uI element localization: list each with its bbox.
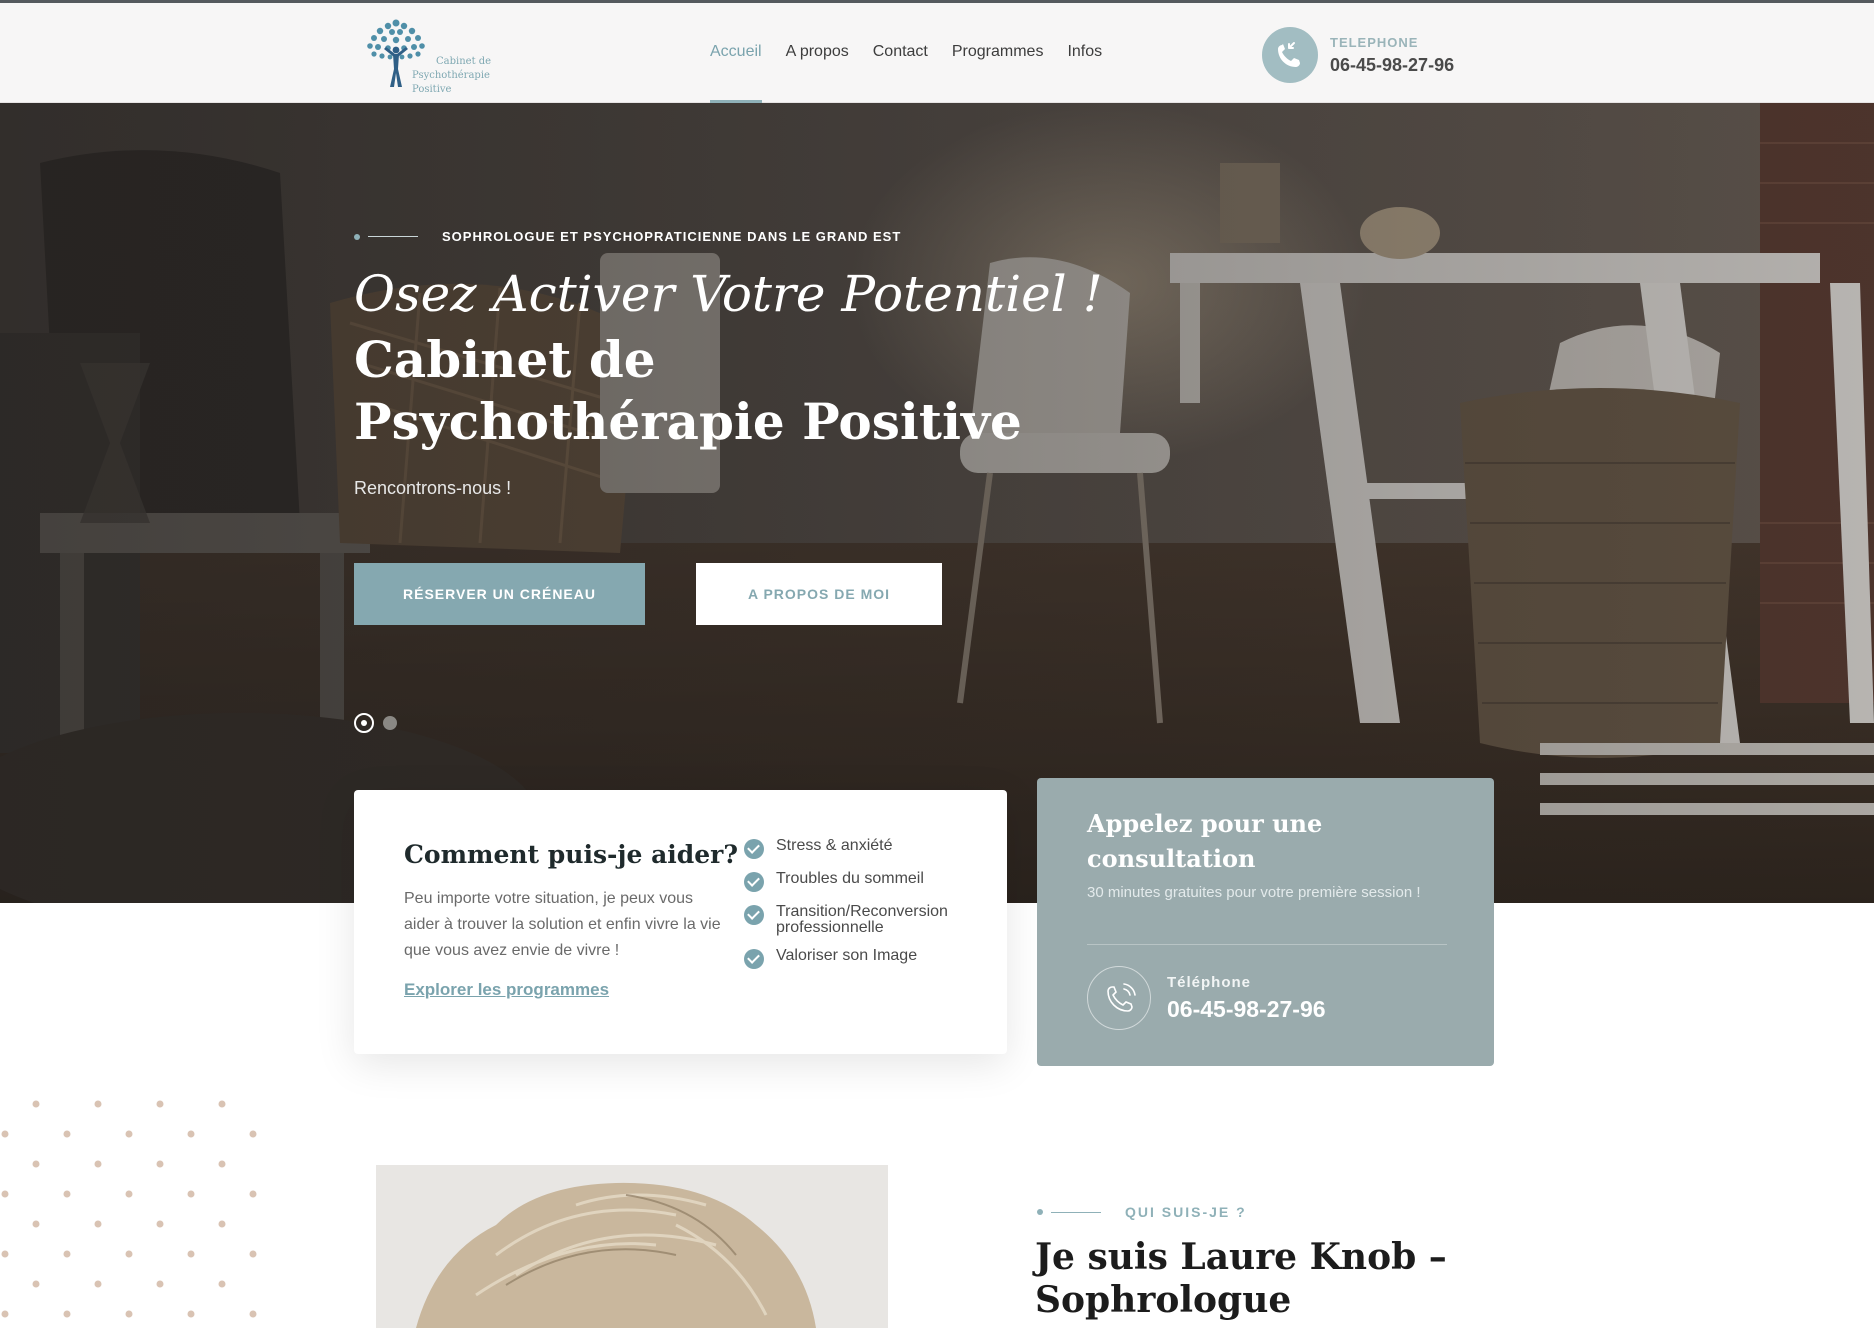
call-card-subtitle: 30 minutes gratuites pour votre première… [1087,884,1421,901]
call-card-title: Appelez pour une consultation [1087,809,1323,873]
nav-item-programmes[interactable]: Programmes [952,3,1044,103]
help-card-title: Comment puis-je aider? [404,840,738,869]
phone-incoming-icon[interactable] [1262,27,1318,83]
help-card-text: Peu importe votre situation, je peux vou… [404,890,721,959]
about-eyebrow-line [1051,1211,1101,1213]
hero-section: SOPHROLOGUE ET PSYCHOPRATICIENNE DANS LE… [0,103,1874,903]
phone-number[interactable]: 06-45-98-27-96 [1330,55,1454,76]
list-item: Troubles du sommeil [744,871,984,892]
check-circle-icon [744,905,764,925]
help-card: Comment puis-je aider? Peu importe votre… [354,790,1007,1054]
about-me-button[interactable]: A PROPOS DE MOI [696,563,942,625]
check-circle-icon [744,949,764,969]
call-card-divider [1087,944,1447,945]
phone-icon[interactable] [1087,966,1151,1030]
call-card-phone-label: Téléphone [1167,974,1252,991]
nav-item-contact[interactable]: Contact [873,3,928,103]
about-eyebrow-text: QUI SUIS-JE ? [1125,1204,1247,1220]
check-circle-icon [744,839,764,859]
hero-italic-title: Osez Activer Votre Potentiel ! [354,265,1103,323]
list-item: Valoriser son Image [744,948,984,969]
list-item: Stress & anxiété [744,838,984,859]
list-item-label: Valoriser son Image [776,947,918,964]
decorative-dot-pattern [1,1100,257,1318]
call-card: Appelez pour une consultation 30 minutes… [1037,778,1494,1066]
hero-subtitle: Rencontrons-nous ! [354,478,512,498]
eyebrow-dot [354,233,360,240]
slider-dot-2[interactable] [383,716,397,730]
help-list: Stress & anxiété Troubles du sommeil Tra… [744,838,984,981]
about-title: Je suis Laure Knob – Sophrologue [1035,1236,1447,1321]
check-circle-icon [744,872,764,892]
about-eyebrow: QUI SUIS-JE ? [1037,1204,1247,1220]
logo-text: Cabinet de Psychothérapie Positive [412,55,530,97]
list-item-label: Troubles du sommeil [776,870,924,887]
portrait-photo [376,1165,888,1328]
hero-overlay [0,103,1874,903]
reserve-slot-button[interactable]: RÉSERVER UN CRÉNEAU [354,563,645,625]
eyebrow-line [368,236,418,237]
about-eyebrow-dot [1037,1209,1043,1215]
hero-eyebrow: SOPHROLOGUE ET PSYCHOPRATICIENNE DANS LE… [354,229,901,244]
logo[interactable]: Cabinet de Psychothérapie Positive [360,17,530,95]
slider-dot-1[interactable] [354,713,374,733]
site-header: Cabinet de Psychothérapie Positive Accue… [0,3,1874,103]
phone-label: TELEPHONE [1330,35,1419,50]
list-item: Transition/Reconversion professionnelle [744,904,984,936]
call-card-phone-number[interactable]: 06-45-98-27-96 [1167,996,1326,1023]
hero-eyebrow-text: SOPHROLOGUE ET PSYCHOPRATICIENNE DANS LE… [442,229,902,244]
nav-item-accueil[interactable]: Accueil [710,3,762,103]
nav-item-infos[interactable]: Infos [1067,3,1102,103]
nav-item-a-propos[interactable]: A propos [786,3,849,103]
explore-programs-link[interactable]: Explorer les programmes [404,980,609,1000]
list-item-label: Stress & anxiété [776,837,893,854]
main-nav: Accueil A propos Contact Programmes Info… [710,3,1126,103]
logo-line-2: Psychothérapie Positive [412,70,490,95]
logo-line-1: Cabinet de [436,56,492,67]
list-item-label: Transition/Reconversion professionnelle [776,903,948,936]
hero-title: Cabinet de Psychothérapie Positive [354,330,1022,451]
